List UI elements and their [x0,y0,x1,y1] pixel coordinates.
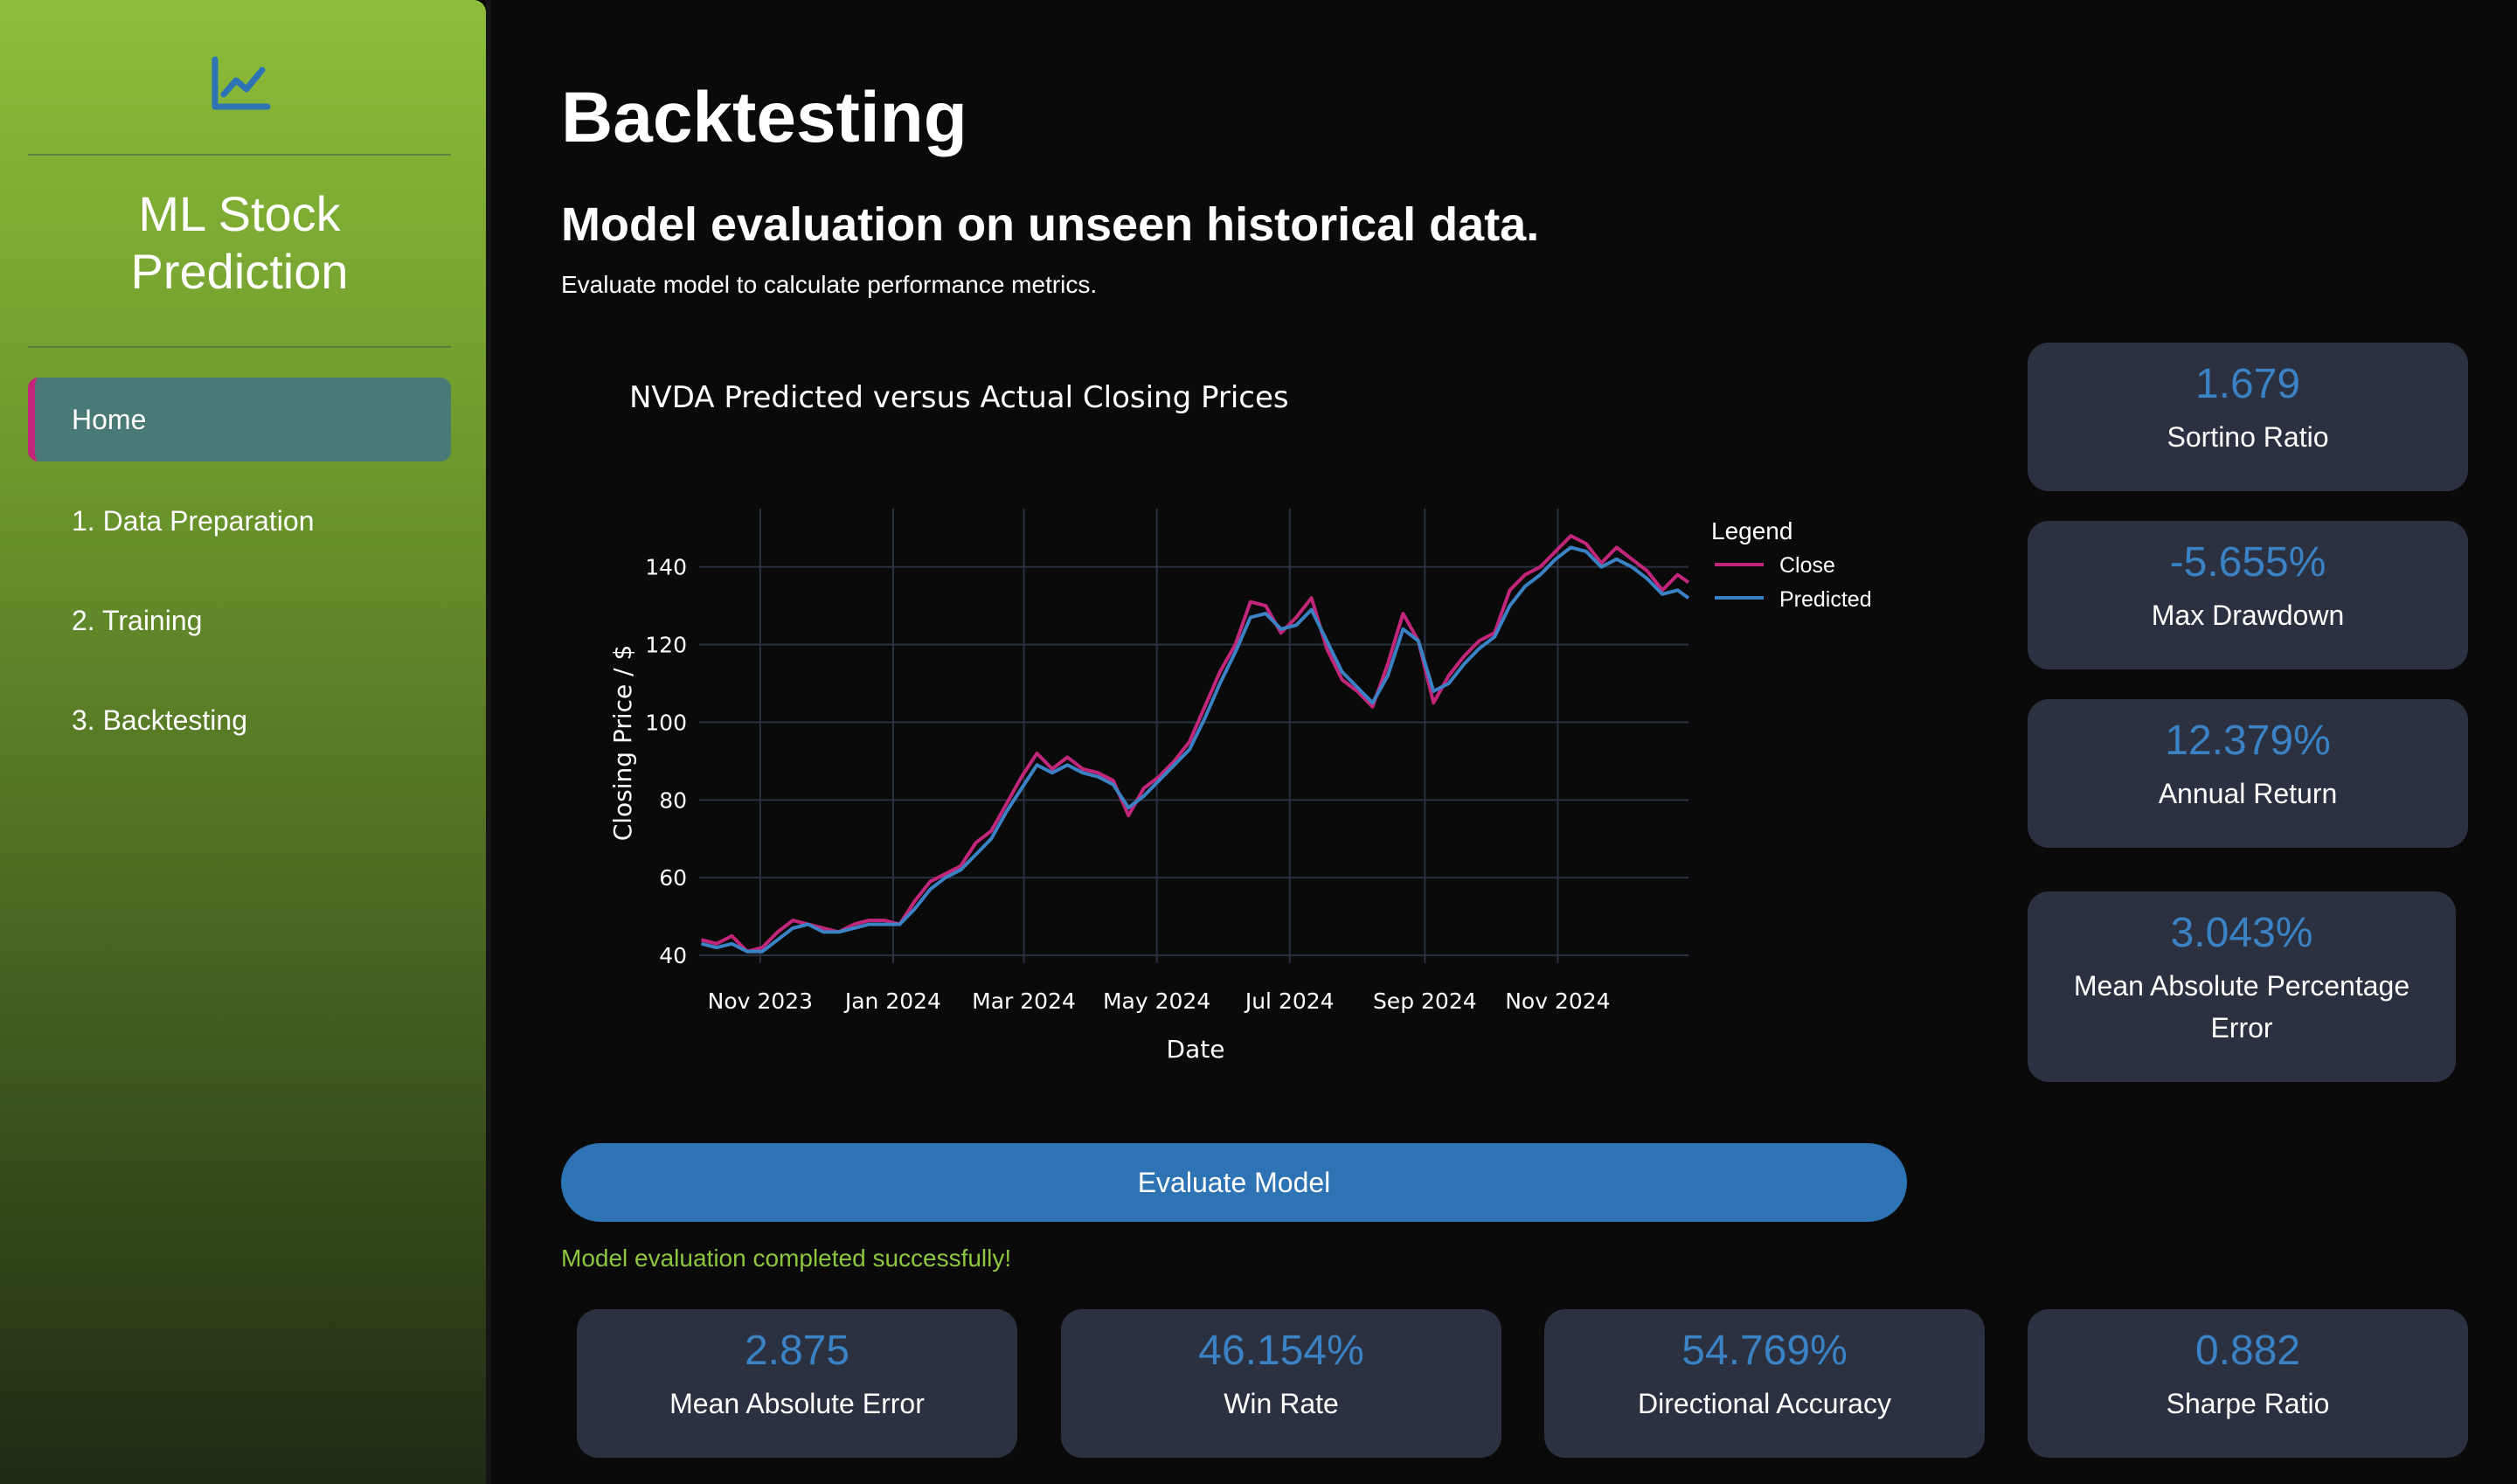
app-title-line-2: Prediction [130,244,349,299]
chart-y-axis-label: Closing Price / $ [608,645,637,842]
prediction-chart[interactable]: NVDA Predicted versus Actual Closing Pri… [561,358,1924,1084]
series-line-close [700,534,1690,954]
sidebar-item-home[interactable]: Home [28,378,451,461]
y-tick-label: 100 [645,710,687,735]
legend-predicted-label[interactable]: Predicted [1779,587,1872,612]
metric-value: 2.875 [744,1328,850,1374]
sidebar-item-label: 3. Backtesting [72,704,247,736]
legend-title: Legend [1711,517,1792,544]
app-title: ML Stock Prediction [0,185,479,301]
sidebar-item-label: 2. Training [72,605,203,636]
metric-value: 12.379% [2165,718,2331,764]
app-title-line-1: ML Stock [138,186,341,241]
metric-label: Directional Accuracy [1638,1388,1891,1419]
sidebar-divider-bottom [28,346,451,348]
page-description: Evaluate model to calculate performance … [561,271,1098,298]
metric-card-max-drawdown: -5.655% Max Drawdown [2028,521,2468,669]
metric-card-win-rate: 46.154% Win Rate [1061,1309,1501,1458]
metric-value: 0.882 [2195,1328,2301,1374]
page-title: Backtesting [561,78,967,157]
sidebar-item-label: Home [72,404,147,435]
chart-legend[interactable]: Legend Close Predicted [1711,517,1872,612]
x-tick-label: May 2024 [1103,988,1210,1014]
metric-value: 3.043% [2170,910,2313,956]
metric-value: 1.679 [2195,361,2301,407]
sidebar-edge [486,0,491,1484]
y-tick-label: 60 [659,865,687,891]
chart-title: NVDA Predicted versus Actual Closing Pri… [629,380,1289,415]
sidebar: ML Stock Prediction Home 1. Data Prepara… [0,0,486,1484]
legend-close-label[interactable]: Close [1779,553,1835,578]
sidebar-divider-top [28,154,451,156]
x-tick-label: Nov 2024 [1505,988,1610,1014]
x-tick-label: Nov 2023 [708,988,813,1014]
y-tick-label: 120 [645,633,687,658]
metric-label: Max Drawdown [2151,600,2345,631]
line-chart-icon [211,56,271,110]
metric-card-mape: 3.043% Mean Absolute Percentage Error [2028,891,2456,1082]
y-tick-label: 140 [645,555,687,580]
app-root: ML Stock Prediction Home 1. Data Prepara… [0,0,2517,1484]
metric-label: Sortino Ratio [2167,421,2329,453]
metric-card-sharpe-ratio: 0.882 Sharpe Ratio [2028,1309,2468,1458]
metric-label: Win Rate [1224,1388,1339,1419]
chart-axes: 40 60 80 100 120 140 Nov 2023 Jan 2024 Mar 2024 M… [645,555,1610,1014]
chart-x-axis-label: Date [1167,1035,1225,1064]
metric-label: Mean Absolute Percentage Error [2073,970,2410,1044]
metric-value: -5.655% [2169,539,2326,586]
metric-value: 54.769% [1681,1328,1848,1374]
metric-label: Mean Absolute Error [669,1388,925,1419]
x-tick-label: Sep 2024 [1373,988,1477,1014]
page-subtitle: Model evaluation on unseen historical da… [561,198,1540,251]
metric-card-sortino-ratio: 1.679 Sortino Ratio [2028,343,2468,491]
metric-label: Annual Return [2158,778,2338,809]
evaluate-model-button[interactable]: Evaluate Model [561,1143,1907,1222]
metric-card-mean-absolute-error: 2.875 Mean Absolute Error [577,1309,1017,1458]
metric-card-annual-return: 12.379% Annual Return [2028,699,2468,848]
sidebar-item-data-preparation[interactable]: 1. Data Preparation [28,479,451,563]
y-tick-label: 40 [659,943,687,968]
series-line-predicted [701,545,1690,954]
sidebar-item-label: 1. Data Preparation [72,505,315,537]
x-tick-label: Mar 2024 [972,988,1076,1014]
y-tick-label: 80 [659,787,687,813]
x-tick-label: Jul 2024 [1244,988,1335,1014]
sidebar-item-backtesting[interactable]: 3. Backtesting [28,678,451,762]
prediction-chart-svg: NVDA Predicted versus Actual Closing Pri… [608,380,1872,1064]
status-message: Model evaluation completed successfully! [561,1245,1012,1272]
metric-value: 46.154% [1198,1328,1364,1374]
metric-card-directional-accuracy: 54.769% Directional Accuracy [1544,1309,1985,1458]
x-tick-label: Jan 2024 [843,988,941,1014]
sidebar-item-training[interactable]: 2. Training [28,579,451,662]
metric-label: Sharpe Ratio [2166,1388,2330,1419]
chart-series [700,534,1690,954]
